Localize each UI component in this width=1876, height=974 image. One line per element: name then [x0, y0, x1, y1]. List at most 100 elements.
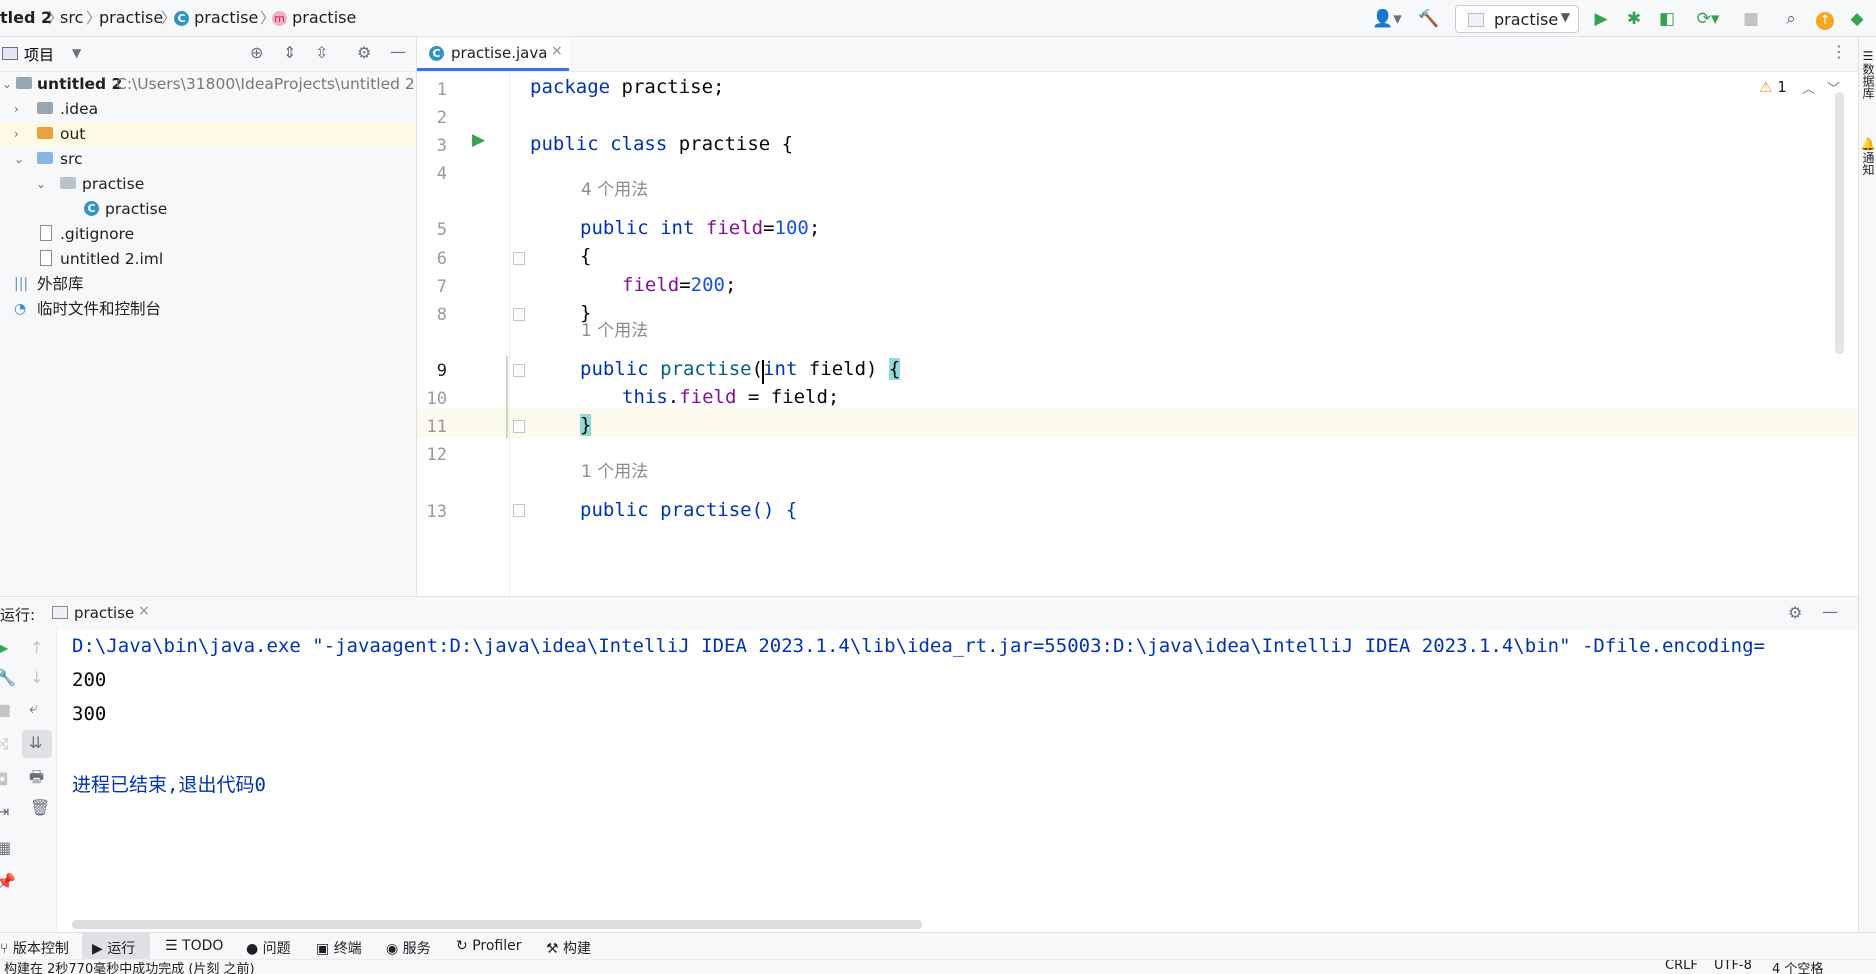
tool-todo[interactable]: ☰ TODO: [165, 938, 223, 954]
tool-run[interactable]: ▶ 运行: [92, 938, 135, 958]
tree-item-iml[interactable]: untitled 2.iml: [0, 247, 416, 271]
trash-icon[interactable]: 🗑: [30, 798, 50, 817]
stop-icon[interactable]: ■: [1740, 8, 1762, 30]
update-icon[interactable]: ↑: [1814, 8, 1836, 30]
restore-layout-icon[interactable]: ⤨: [0, 734, 9, 754]
debug-bug-icon[interactable]: ✱: [1623, 8, 1645, 30]
minimize-icon[interactable]: —: [390, 42, 406, 61]
status-message[interactable]: 构建在 2秒770毫秒中成功完成 (片刻 之前): [4, 960, 255, 974]
arrow-up-icon[interactable]: ↑: [30, 638, 43, 657]
fold-icon[interactable]: [513, 420, 525, 433]
gear-icon[interactable]: ⚙: [357, 43, 371, 62]
close-icon[interactable]: ×: [551, 43, 563, 59]
breadcrumb-method[interactable]: m practise: [272, 8, 356, 27]
indent-widget[interactable]: 4 个空格: [1772, 960, 1823, 974]
soft-wrap-icon[interactable]: ⤶: [29, 698, 38, 718]
fold-icon[interactable]: [513, 252, 525, 265]
fold-icon[interactable]: [513, 504, 525, 517]
chevron-down-icon[interactable]: ⌄: [14, 147, 24, 171]
tree-item-package[interactable]: ⌄ practise: [0, 172, 416, 196]
console-horizontal-scrollbar[interactable]: [72, 920, 922, 929]
tree-item-class[interactable]: C practise: [0, 197, 416, 221]
chevron-right-icon[interactable]: ›: [14, 122, 19, 146]
chevron-down-icon[interactable]: ⌄: [36, 172, 46, 196]
scroll-to-end-button[interactable]: ⇊: [22, 730, 52, 758]
chevron-up-icon[interactable]: ︿: [1802, 78, 1815, 97]
stop-icon[interactable]: ■: [0, 700, 11, 719]
tool-problems[interactable]: ● 问题: [246, 938, 291, 958]
usage-hint[interactable]: 1 个用法: [581, 316, 648, 341]
usage-hint[interactable]: 4 个用法: [581, 175, 648, 200]
usage-hint[interactable]: 1 个用法: [581, 457, 648, 482]
services-icon: ◉: [386, 941, 399, 957]
tree-item-gitignore[interactable]: .gitignore: [0, 222, 416, 246]
print-icon[interactable]: 🖶: [29, 766, 44, 793]
tool-version-control[interactable]: ⑂ 版本控制: [0, 938, 69, 958]
tool-services[interactable]: ◉ 服务: [386, 938, 431, 958]
camera-icon[interactable]: ◘: [0, 770, 9, 789]
breadcrumb-src[interactable]: src: [60, 8, 83, 27]
chevron-right-icon[interactable]: ›: [14, 97, 19, 121]
close-icon[interactable]: ×: [138, 603, 150, 619]
tool-label: 构建: [563, 941, 592, 957]
tab-practise-java[interactable]: C practise.java ×: [417, 37, 569, 71]
minimize-icon[interactable]: —: [1822, 602, 1838, 621]
locate-target-icon[interactable]: ⊕: [250, 43, 263, 62]
notifications-tool-button[interactable]: 🔔通知: [1860, 137, 1876, 176]
code-with-me-icon[interactable]: ◆: [1846, 8, 1868, 30]
rerun-icon[interactable]: ▶: [0, 638, 8, 657]
code-keyword: public: [580, 358, 649, 380]
code-method-name: practise: [660, 358, 752, 380]
breadcrumb-project[interactable]: tled 2: [0, 8, 52, 27]
code-keyword: public: [530, 133, 599, 155]
encoding-widget[interactable]: UTF-8: [1714, 960, 1752, 973]
tree-item-src[interactable]: ⌄ src: [0, 147, 416, 171]
chevron-down-icon[interactable]: ▼: [72, 46, 81, 60]
editor-scrollbar[interactable]: [1835, 92, 1844, 354]
vcs-user-icon[interactable]: 👤▾: [1370, 8, 1404, 30]
tool-terminal[interactable]: ▣ 终端: [316, 938, 362, 958]
breadcrumb-class[interactable]: C practise: [174, 8, 258, 27]
line-number: 3: [436, 136, 447, 156]
fold-icon[interactable]: [513, 308, 525, 321]
run-configuration-select[interactable]: practise ▼: [1455, 5, 1579, 33]
run-icon[interactable]: ▶: [1590, 8, 1612, 30]
breadcrumb-package[interactable]: practise: [99, 8, 163, 27]
database-tool-button[interactable]: ☰数据库: [1860, 49, 1876, 99]
collapse-all-icon[interactable]: ⇳: [315, 43, 328, 62]
coverage-icon[interactable]: ◧: [1656, 8, 1678, 30]
tool-label: 问题: [262, 941, 291, 957]
gear-icon[interactable]: ⚙: [1788, 603, 1802, 622]
profiler-icon: ↻: [456, 938, 468, 954]
expand-all-icon[interactable]: ⇕: [283, 43, 296, 62]
code-editor[interactable]: 1 2 3 4 5 6 7 8 9 10 11 12 13 ▶ package …: [417, 72, 1858, 595]
tree-item-scratches[interactable]: ◔ 临时文件和控制台: [0, 297, 416, 321]
exit-icon[interactable]: ⇥: [0, 802, 9, 821]
fold-icon[interactable]: [513, 364, 525, 377]
tree-item-project-root[interactable]: ⌄ untitled 2 C:\Users\31800\IdeaProjects…: [0, 72, 416, 96]
build-hammer-icon[interactable]: 🔨: [1418, 8, 1440, 30]
layout-icon[interactable]: ▦: [0, 838, 11, 857]
line-separator-widget[interactable]: CRLF: [1665, 960, 1698, 973]
change-marker: [506, 356, 508, 438]
profile-more-icon[interactable]: ⟳▾: [1690, 8, 1726, 30]
project-panel-title[interactable]: 项目: [24, 44, 54, 65]
search-icon[interactable]: ⌕: [1780, 8, 1802, 30]
tool-build[interactable]: ⚒ 构建: [546, 938, 591, 958]
tree-item-idea[interactable]: › .idea: [0, 97, 416, 121]
chevron-down-icon[interactable]: ⌄: [2, 72, 12, 96]
pin-icon[interactable]: 📌: [0, 872, 16, 891]
run-gutter-icon[interactable]: ▶: [472, 130, 485, 150]
tree-item-external-libraries[interactable]: ||| 外部库: [0, 272, 416, 296]
arrow-down-icon[interactable]: ↓: [30, 668, 43, 687]
code-line-3: public class practise {: [530, 133, 793, 155]
run-tab-label[interactable]: practise: [74, 604, 134, 622]
more-options-icon[interactable]: ⋮: [1831, 42, 1847, 61]
console-output[interactable]: D:\Java\bin\java.exe "-javaagent:D:\java…: [57, 630, 1858, 931]
run-panel-toolbar: ▶ ↑ 🔧 ↓ ■ ⤶ ⇊ ⤨ ◘ 🖶 ⇥ 🗑 ▦ 📌: [0, 630, 57, 931]
line-number: 6: [436, 249, 447, 269]
wrench-icon[interactable]: 🔧: [0, 668, 16, 687]
tool-profiler[interactable]: ↻ Profiler: [456, 938, 521, 954]
inspection-widget[interactable]: ⚠ 1: [1759, 78, 1787, 96]
tree-item-out[interactable]: › out: [0, 122, 416, 146]
